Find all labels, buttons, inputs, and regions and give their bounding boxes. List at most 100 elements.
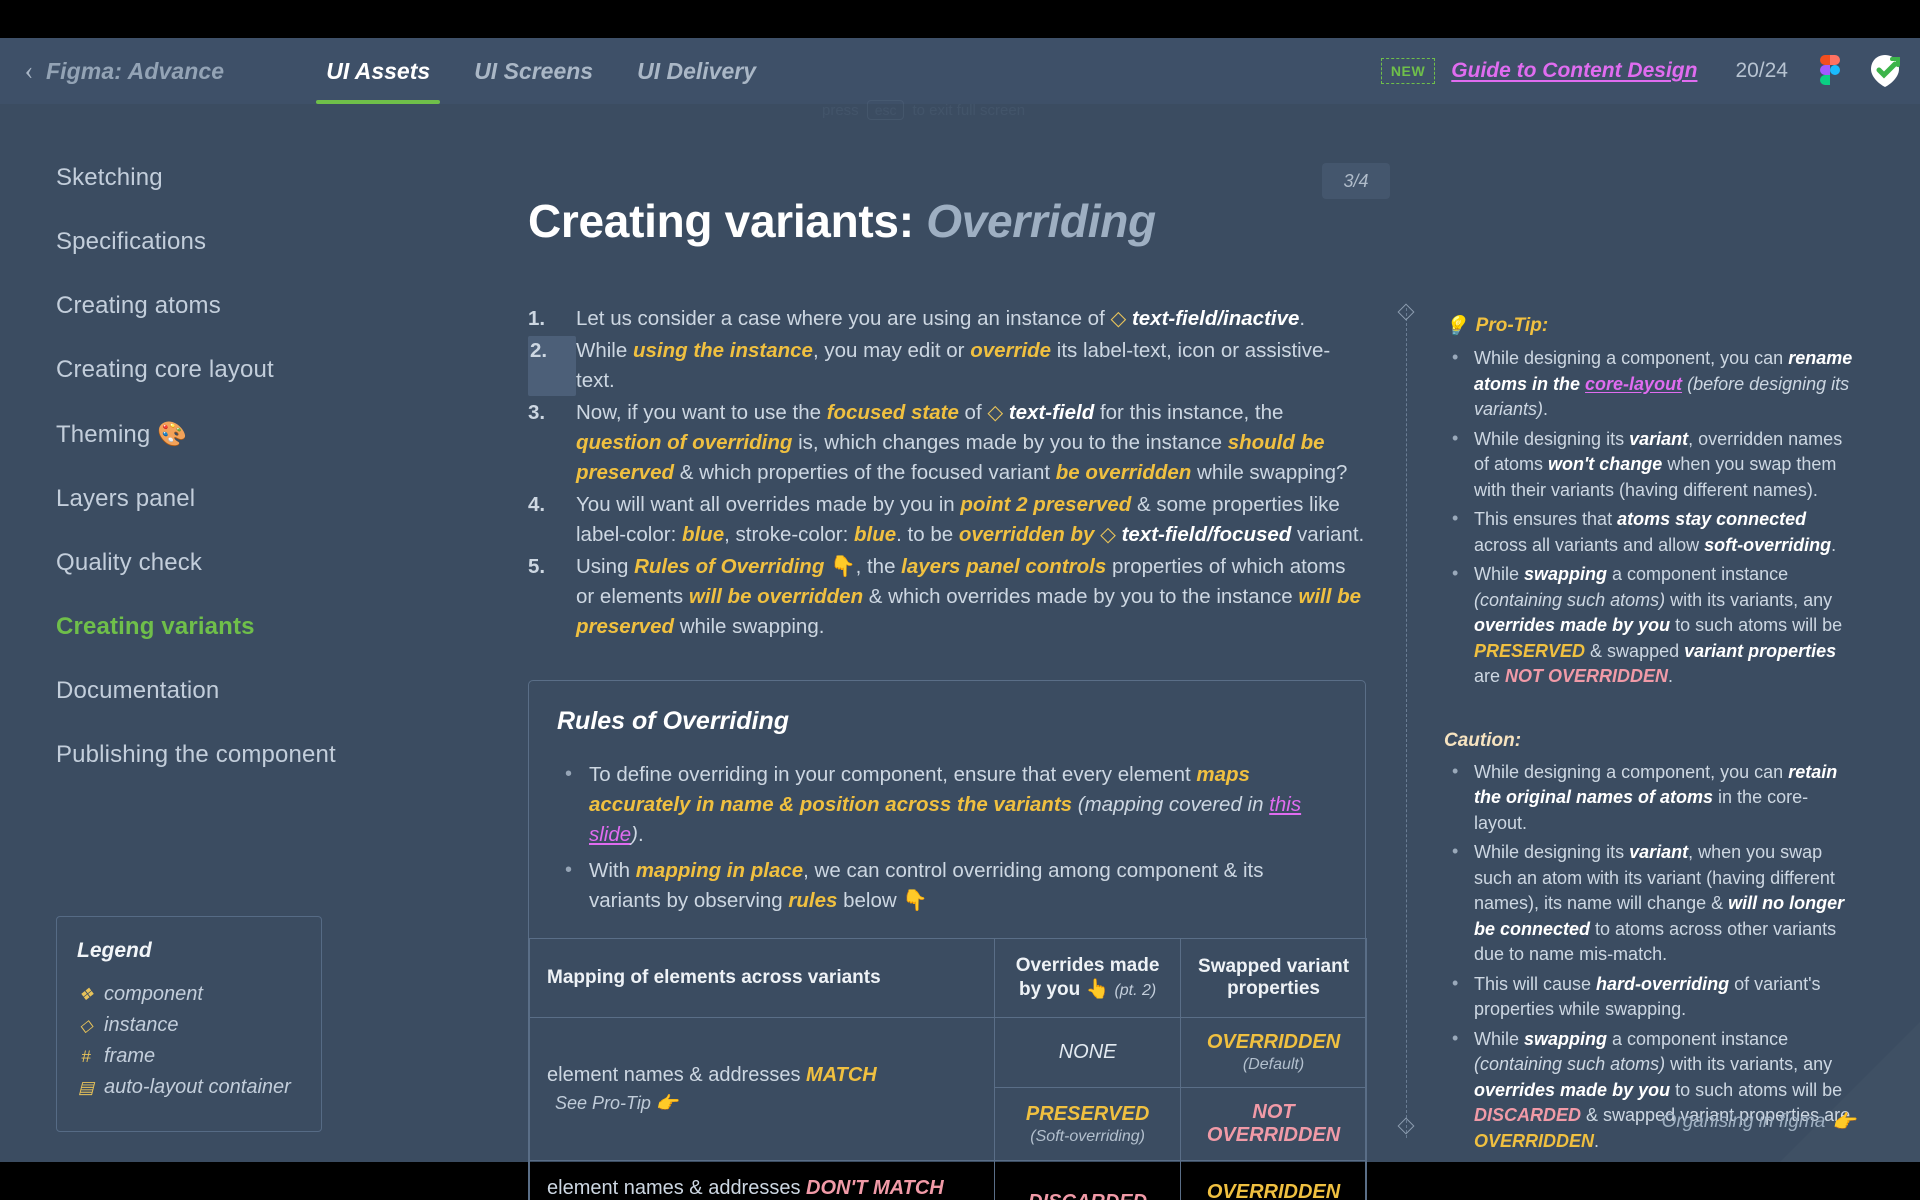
slide-frame: ‹ Figma: Advance UI Assets UI Screens UI… xyxy=(0,38,1920,1200)
sidebar-item-creating-variants[interactable]: Creating variants xyxy=(56,613,400,641)
sidebar-item-publishing-the-component[interactable]: Publishing the component xyxy=(56,741,400,769)
slide-page-chip: 3/4 xyxy=(1322,163,1390,199)
table-header-row: Mapping of elements across variants Over… xyxy=(528,938,1367,1018)
header-right-group: NEW Guide to Content Design 20/24 xyxy=(1380,38,1902,104)
pointing-right-icon: 👉 xyxy=(1832,1112,1856,1133)
cell-value: DISCARDED xyxy=(1007,1191,1168,1200)
sidebar-item-documentation[interactable]: Documentation xyxy=(56,677,400,705)
cell-overrides-preserved: PRESERVED (Soft-overriding) xyxy=(994,1087,1182,1161)
list-item: While designing its variant, when you sw… xyxy=(1452,839,1860,968)
cell-value: NONE xyxy=(1058,1041,1117,1063)
pointing-down-icon: 👇 xyxy=(830,555,856,578)
cell-label-line: element names & addresses DON'T MATCH xyxy=(547,1174,982,1200)
legend-label: auto-layout container xyxy=(104,1076,291,1098)
cell-label-key: MATCH xyxy=(806,1064,877,1086)
footer-note: Organising in figma 👉 xyxy=(1662,1110,1856,1134)
list-item: While swapping a component instance (con… xyxy=(1452,561,1860,690)
list-item: 3. Now, if you want to use the focused s… xyxy=(528,398,1366,488)
header-tab-group: UI Assets UI Screens UI Delivery xyxy=(304,38,778,104)
list-item: 2. While using the instance, you may edi… xyxy=(528,336,1366,396)
guide-to-content-design-link[interactable]: Guide to Content Design xyxy=(1451,59,1697,83)
page-title: Creating variants: Overriding xyxy=(528,194,1400,248)
mapping-table: Mapping of elements across variants Over… xyxy=(528,938,1367,1200)
presentation-window: ‹ Figma: Advance UI Assets UI Screens UI… xyxy=(0,0,1920,1200)
sidebar-item-creating-atoms[interactable]: Creating atoms xyxy=(56,292,400,320)
pro-tip-label: Pro-Tip: xyxy=(1475,315,1549,336)
step-text-2: While using the instance, you may edit o… xyxy=(576,339,1331,392)
right-notes-panel: 💡 Pro-Tip: While designing a component, … xyxy=(1406,104,1920,1162)
rules-card-title: Rules of Overriding xyxy=(557,707,789,735)
cell-label-line: element names & addresses MATCH xyxy=(547,1061,982,1089)
cell-value: NOT OVERRIDDEN xyxy=(1206,1101,1341,1146)
footer-note-label: Organising in figma xyxy=(1661,1111,1826,1132)
left-sidebar: Sketching Specifications Creating atoms … xyxy=(0,104,400,1162)
column-header-overrides-note: (pt. 2) xyxy=(1114,982,1157,999)
figma-logo-icon[interactable] xyxy=(1820,55,1842,87)
slide-counter: 20/24 xyxy=(1735,59,1788,82)
cell-overrides-none: NONE xyxy=(994,1017,1182,1088)
core-layout-link[interactable]: core-layout xyxy=(1585,374,1682,394)
cell-subvalue: (Soft-overriding) xyxy=(1030,1127,1145,1145)
step-text-5: Using Rules of Overriding 👇, the layers … xyxy=(576,555,1362,638)
corner-decoration xyxy=(1780,1022,1920,1162)
step-text-4: You will want all overrides made by you … xyxy=(576,493,1365,546)
tab-ui-delivery[interactable]: UI Delivery xyxy=(615,38,778,104)
back-chevron-icon[interactable]: ‹ xyxy=(14,58,44,84)
cell-mapping-dont-match: element names & addresses DON'T MATCH Se… xyxy=(528,1160,996,1200)
cell-label-plain: element names & addresses xyxy=(547,1177,807,1199)
table-row: element names & addresses MATCH See Pro-… xyxy=(528,1017,1367,1161)
sidebar-item-specifications[interactable]: Specifications xyxy=(56,228,400,256)
step-number: 4. xyxy=(528,493,546,516)
list-item: This ensures that atoms stay connected a… xyxy=(1452,506,1860,558)
list-item: While designing a component, you can ret… xyxy=(1452,759,1860,837)
step-number: 1. xyxy=(528,307,546,330)
cell-value: PRESERVED xyxy=(1025,1102,1150,1125)
cell-mapping-match: element names & addresses MATCH See Pro-… xyxy=(528,1017,996,1161)
cell-value: OVERRIDDEN xyxy=(1206,1180,1341,1200)
page-title-emphasis: Overriding xyxy=(926,195,1156,247)
sidebar-item-quality-check[interactable]: Quality check xyxy=(56,549,400,577)
cell-swapped-overridden-default: OVERRIDDEN (Default) xyxy=(1180,1017,1367,1088)
pro-tip-heading: 💡 Pro-Tip: xyxy=(1444,314,1860,338)
legend-label: component xyxy=(104,983,203,1005)
caution-heading: Caution: xyxy=(1444,729,1522,751)
page-title-plain: Creating variants: xyxy=(528,195,927,247)
rules-of-overriding-card: Rules of Overriding To define overriding… xyxy=(528,680,1367,1200)
new-badge: NEW xyxy=(1380,58,1436,84)
legend-row: ▤ auto-layout container xyxy=(77,1076,301,1099)
list-item: While designing its variant, overridden … xyxy=(1452,426,1860,504)
legend-label: instance xyxy=(104,1014,179,1036)
cell-subvalue: (Default) xyxy=(1242,1056,1305,1073)
cell-swapped-overridden-hard: OVERRIDDEN (Hard-overriding) xyxy=(1180,1160,1367,1200)
column-header-swapped: Swapped variant properties xyxy=(1180,938,1367,1018)
list-item: This will cause hard-overriding of varia… xyxy=(1452,971,1860,1023)
rules-bullet-list: To define overriding in your component, … xyxy=(557,759,1337,916)
brand-mark-icon[interactable] xyxy=(1868,53,1902,89)
course-title: Figma: Advance xyxy=(46,57,225,84)
sidebar-item-layers-panel[interactable]: Layers panel xyxy=(56,485,400,513)
auto-layout-icon: ▤ xyxy=(77,1077,95,1097)
cell-value: OVERRIDDEN xyxy=(1206,1031,1341,1053)
sidebar-item-creating-core-layout[interactable]: Creating core layout xyxy=(56,356,400,384)
legend-row: ◇ instance xyxy=(77,1014,301,1037)
legend-label: frame xyxy=(104,1045,156,1067)
sidebar-item-theming[interactable]: Theming 🎨 xyxy=(56,420,400,449)
tab-ui-screens[interactable]: UI Screens xyxy=(452,38,615,104)
column-header-mapping: Mapping of elements across variants xyxy=(528,938,996,1018)
sidebar-item-sketching[interactable]: Sketching xyxy=(56,164,400,192)
step-text-3: Now, if you want to use the focused stat… xyxy=(576,401,1348,484)
step-number: 2. xyxy=(528,336,576,396)
frame-icon: # xyxy=(81,1046,91,1066)
cell-overrides-discarded: DISCARDED xyxy=(994,1160,1182,1200)
list-item: 5. Using Rules of Overriding 👇, the laye… xyxy=(528,552,1366,642)
cell-sub-note: See Pro-Tip 👉 xyxy=(555,1093,679,1113)
pro-tip-list: While designing a component, you can ren… xyxy=(1444,345,1860,690)
legend-title: Legend xyxy=(77,939,152,962)
step-text-1: Let us consider a case where you are usi… xyxy=(576,307,1306,330)
tab-ui-assets[interactable]: UI Assets xyxy=(304,38,452,104)
legend-box: Legend ❖ component ◇ instance # frame ▤ … xyxy=(56,916,322,1132)
list-item: 4. You will want all overrides made by y… xyxy=(528,490,1366,550)
step-number: 5. xyxy=(528,555,546,578)
component-icon: ❖ xyxy=(78,984,94,1004)
legend-row: # frame xyxy=(77,1045,301,1068)
